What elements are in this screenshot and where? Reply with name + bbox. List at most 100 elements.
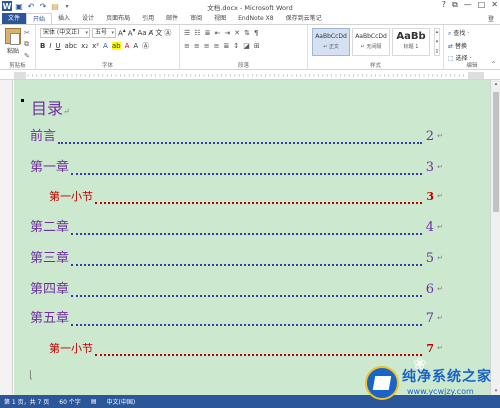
font-group: 宋体 (中文正) 五号 A▴ A▾ Aa A̸ 文 Ⓐ B I U abc x₂… (36, 25, 180, 70)
paste-button[interactable]: 粘贴 (4, 28, 22, 55)
styles-scroll[interactable]: ▴ ▾ ⊽ (434, 28, 440, 56)
tab-layout[interactable]: 页面布局 (100, 13, 136, 24)
font-color-icon[interactable]: A (125, 42, 130, 50)
align-left-icon[interactable]: ≡ (184, 42, 190, 50)
paragraph-group-label: 段落 (237, 63, 249, 69)
font-size-select[interactable]: 五号 (92, 28, 116, 38)
italic-icon[interactable]: I (49, 42, 51, 50)
toc-entry[interactable]: 第一小节 3 ↵ (14, 188, 490, 208)
horizontal-ruler[interactable] (0, 71, 500, 80)
copy-icon[interactable]: ⧉ (24, 40, 30, 49)
paragraph-return-mark: ↵ (63, 107, 70, 116)
shading-icon[interactable]: ◪ (243, 42, 250, 50)
style-normal[interactable]: AaBbCcDd ↵ 正文 (312, 28, 350, 56)
language-indicator[interactable]: 中文(中国) (106, 397, 135, 406)
ribbon-display-icon[interactable]: ⧉ (452, 0, 458, 10)
toc-page-number: 4 (425, 220, 434, 235)
bullets-icon[interactable]: ☰ (184, 29, 190, 37)
align-right-icon[interactable]: ≡ (204, 42, 210, 50)
page-count[interactable]: 第 1 页，共 7 页 (4, 397, 49, 406)
close-icon[interactable]: ✕ (491, 0, 498, 10)
collapse-ribbon-icon[interactable]: ^ (491, 61, 496, 68)
scroll-up-icon[interactable]: ▴ (436, 29, 439, 35)
tab-cloud-note[interactable]: 保存到云笔记 (280, 13, 328, 24)
replace-label: 替换 (455, 43, 468, 50)
vertical-ruler[interactable] (0, 80, 13, 395)
style-no-spacing[interactable]: AaBbCcDd ↵ 无间隔 (352, 28, 390, 56)
subscript-icon[interactable]: x₂ (81, 42, 88, 50)
style-sample: AaBb (396, 31, 426, 42)
signin-link[interactable]: 登 (488, 14, 494, 23)
increase-indent-icon[interactable]: ⇥ (224, 29, 230, 37)
word-count[interactable]: 60 个字 (59, 397, 81, 406)
superscript-icon[interactable]: x² (92, 42, 99, 50)
tab-home[interactable]: 开始 (26, 13, 53, 24)
style-sample: AaBbCcDd (315, 33, 347, 40)
scroll-down-icon[interactable]: ▾ (436, 39, 439, 45)
help-icon[interactable]: ? (442, 0, 446, 10)
enclose-char-icon[interactable]: Ⓐ (164, 28, 171, 38)
toc-page-number: 3 (425, 160, 434, 175)
tab-design[interactable]: 设计 (76, 13, 100, 24)
char-border-icon[interactable]: Ⓐ (142, 41, 149, 51)
numbering-icon[interactable]: ☷ (194, 29, 200, 37)
toc-dot-leader (95, 354, 422, 356)
document-page[interactable]: 目录↵ 前言 2 ↵ 第一章 3 ↵ 第一小节 3 ↵ 第二章 4 ↵ 第三章 5 ↵ 第四章 6 ↵ 第五章 7 ↵ 第… (14, 80, 490, 395)
toc-entry[interactable]: 第一章 3 ↵ (14, 159, 490, 179)
toc-entry[interactable]: 前言 2 ↵ (14, 128, 490, 148)
window-title: 文档.docx - Microsoft Word (207, 4, 293, 12)
style-name: 标题 1 (403, 44, 419, 50)
toc-title[interactable]: 目录↵ (31, 95, 70, 119)
paragraph-return-mark: ↵ (437, 254, 443, 262)
font-family-select[interactable]: 宋体 (中文正) (40, 28, 90, 38)
align-center-icon[interactable]: ≡ (194, 42, 200, 50)
toc-entry-text: 第一小节 (49, 342, 93, 355)
tab-review[interactable]: 审阅 (184, 13, 208, 24)
tab-file[interactable]: 文件 (2, 13, 27, 24)
maximize-icon[interactable]: □ (478, 0, 486, 10)
toc-entry[interactable]: 第五章 7 ↵ (14, 310, 490, 330)
toc-dot-leader (71, 233, 422, 235)
replace-button[interactable]: ⇄ 替换 (448, 41, 472, 50)
toc-entry[interactable]: 第四章 6 ↵ (14, 281, 490, 301)
line-spacing-icon[interactable]: ↕ (233, 42, 239, 50)
more-styles-icon[interactable]: ⊽ (435, 49, 439, 55)
find-button[interactable]: ⌕ 查找 · (448, 28, 472, 38)
highlight-icon[interactable]: ab (111, 42, 121, 50)
decrease-indent-icon[interactable]: ⇤ (214, 29, 220, 37)
show-marks-icon[interactable]: ¶ (254, 29, 258, 37)
tab-references[interactable]: 引用 (136, 13, 160, 24)
strikethrough-icon[interactable]: abc (65, 42, 78, 50)
style-heading-1[interactable]: AaBb 标题 1 (392, 28, 430, 56)
tab-insert[interactable]: 插入 (52, 13, 76, 24)
clear-format-icon[interactable]: A̸ (149, 29, 154, 37)
tab-view[interactable]: 视图 (208, 13, 232, 24)
proofing-icon[interactable]: ▤ (91, 398, 97, 405)
site-watermark: 纯净系统之家 www.ycwjzy.com (365, 360, 497, 404)
phonetic-icon[interactable]: 文 (155, 28, 162, 38)
tab-endnote[interactable]: EndNote X8 (232, 13, 279, 24)
scrollbar-thumb[interactable] (493, 92, 499, 212)
grow-font-icon[interactable]: A▴ (118, 28, 126, 37)
sort-icon[interactable]: ⇅ (244, 29, 250, 37)
borders-icon[interactable]: ⊞ (254, 42, 260, 50)
tab-mailings[interactable]: 邮件 (160, 13, 184, 24)
multilevel-icon[interactable]: ≣ (205, 29, 211, 37)
toc-entry-text: 前言 (30, 129, 57, 144)
toc-entry[interactable]: 第三章 5 ↵ (14, 250, 490, 270)
change-case-icon[interactable]: Aa (137, 29, 146, 37)
format-painter-icon[interactable]: ✎ (24, 52, 30, 60)
shrink-font-icon[interactable]: A▾ (128, 28, 136, 37)
char-shading-icon[interactable]: A (133, 42, 138, 50)
toc-entry[interactable]: 第二章 4 ↵ (14, 219, 490, 239)
distributed-icon[interactable]: ≣ (224, 42, 230, 50)
underline-icon[interactable]: U (55, 42, 60, 50)
scroll-up-arrow-icon[interactable]: ▴ (491, 81, 500, 87)
justify-icon[interactable]: ≡ (214, 42, 220, 50)
bold-icon[interactable]: B (40, 42, 45, 50)
vertical-scrollbar[interactable]: ▴ ▾ (490, 80, 500, 395)
text-effect-icon[interactable]: A (103, 42, 108, 50)
chinese-layout-icon[interactable]: ✕ (234, 29, 240, 37)
minimize-icon[interactable]: — (464, 0, 472, 10)
cut-icon[interactable]: ✂ (24, 29, 30, 37)
